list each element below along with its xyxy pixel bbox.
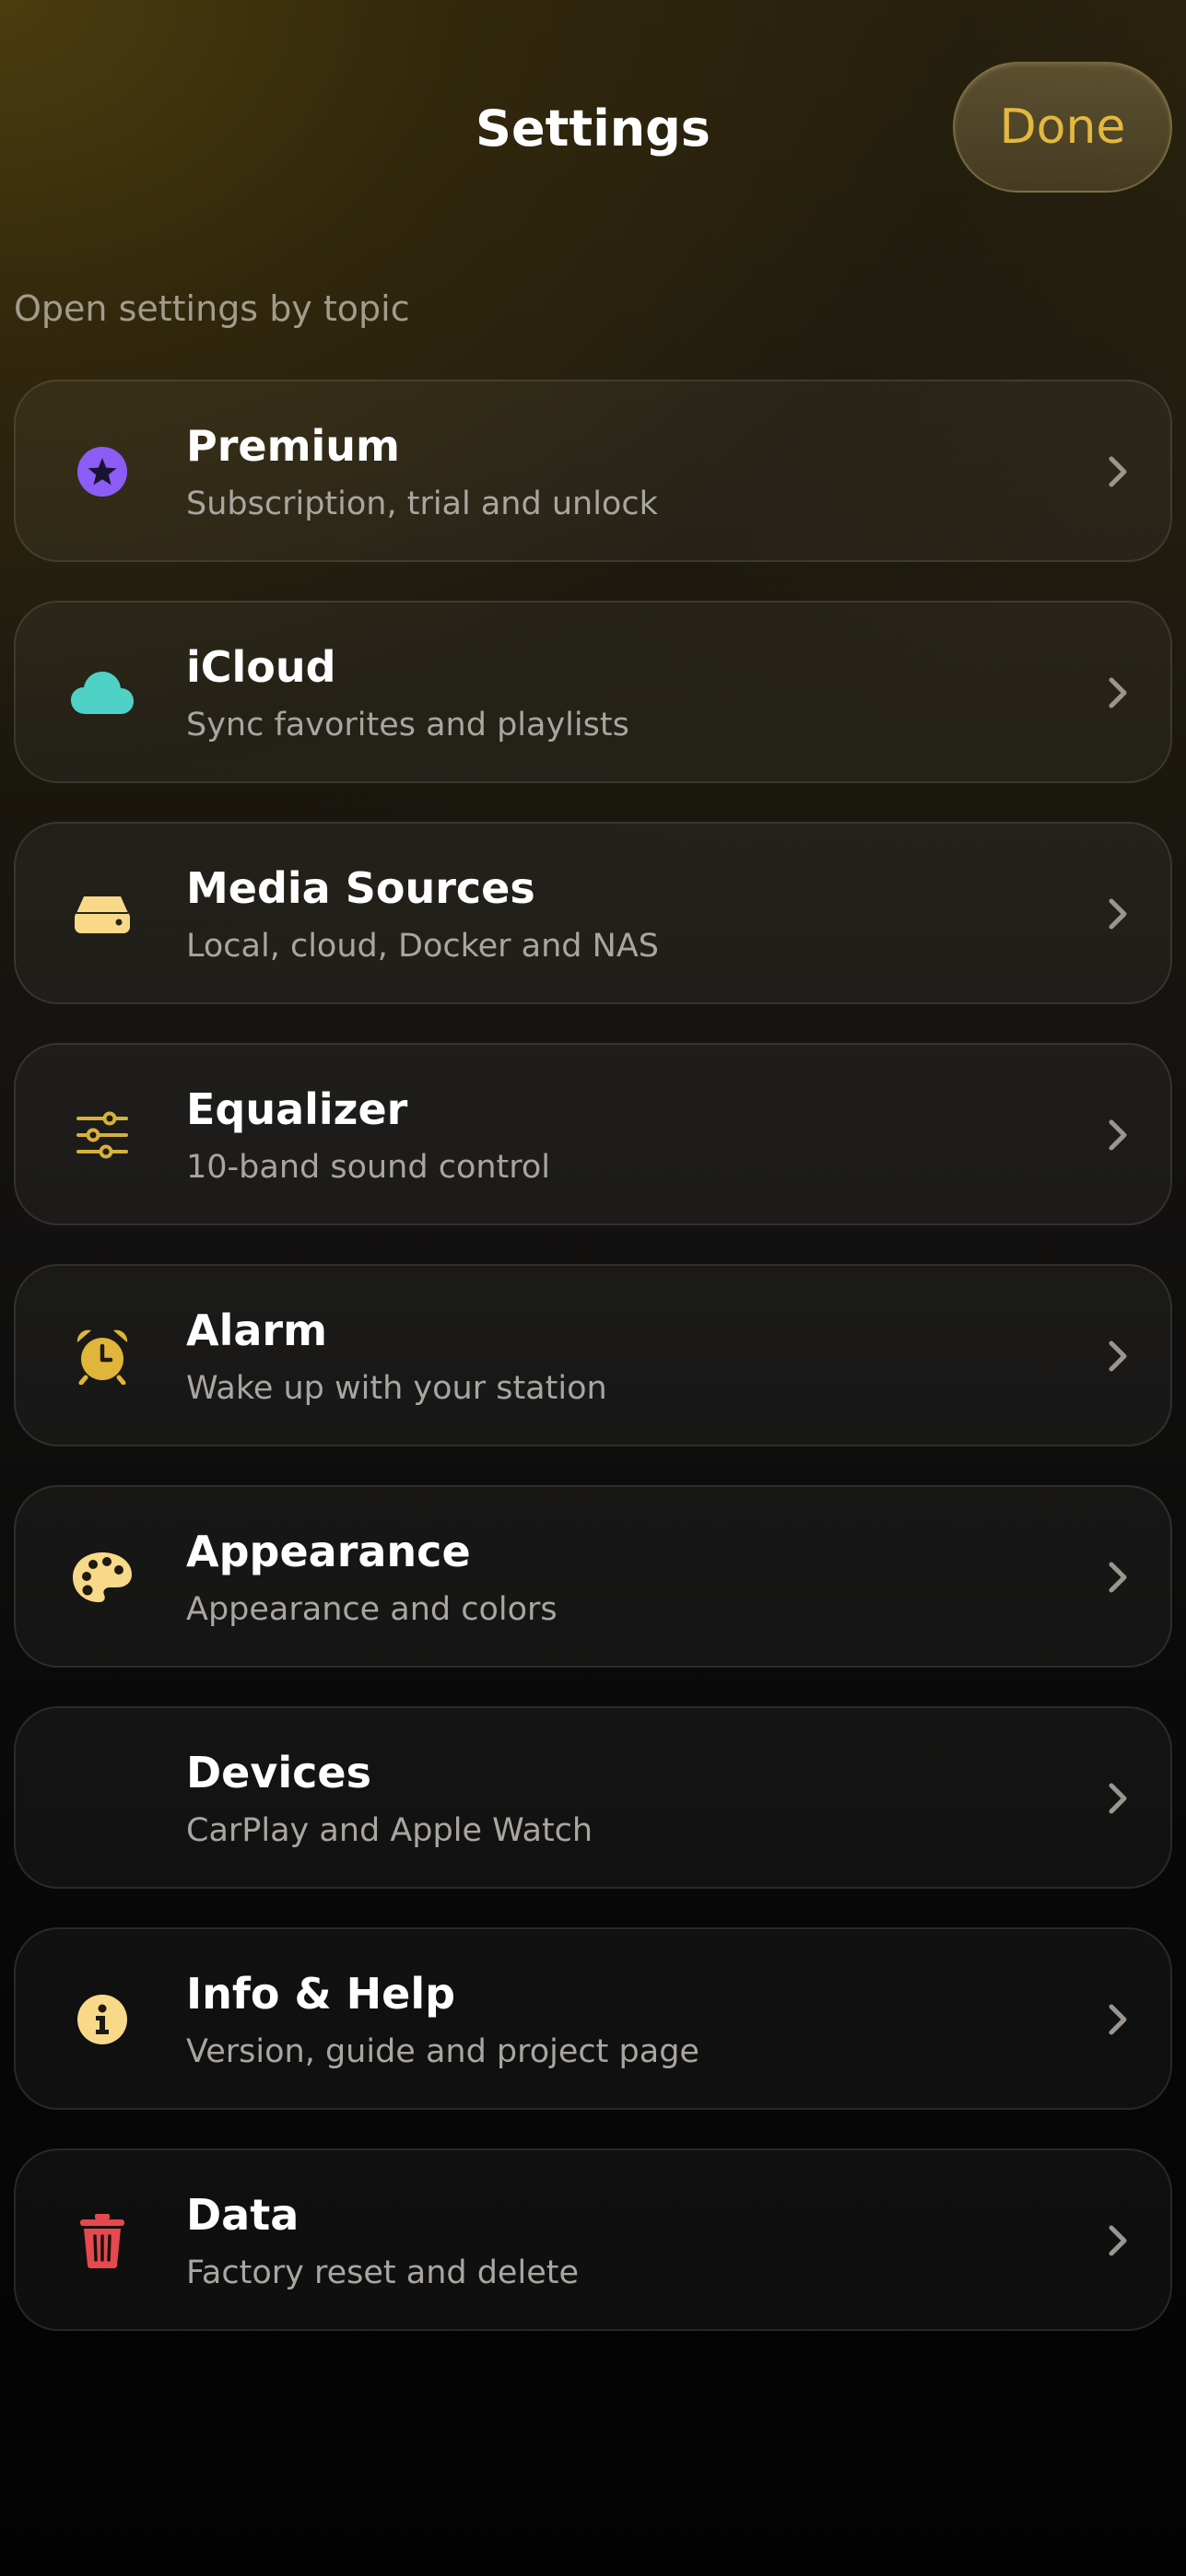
info-icon xyxy=(64,1981,141,2058)
settings-item-label: Premium xyxy=(186,421,400,471)
chevron-right-icon xyxy=(1109,1341,1127,1372)
chevron-right-icon xyxy=(1109,1119,1127,1151)
settings-list: Premium Subscription, trial and unlock i… xyxy=(14,380,1172,2370)
trash-icon xyxy=(64,2202,141,2279)
header: Settings Done xyxy=(0,0,1186,212)
alarm-clock-icon xyxy=(64,1317,141,1395)
settings-item-equalizer[interactable]: Equalizer 10-band sound control xyxy=(14,1043,1172,1225)
chevron-right-icon xyxy=(1109,2004,1127,2035)
settings-item-subtitle: Version, guide and project page xyxy=(186,2033,699,2070)
settings-item-subtitle: Subscription, trial and unlock xyxy=(186,486,658,522)
settings-item-subtitle: CarPlay and Apple Watch xyxy=(186,1812,593,1849)
settings-item-label: Equalizer xyxy=(186,1084,408,1134)
cloud-icon xyxy=(64,654,141,732)
settings-item-data[interactable]: Data Factory reset and delete xyxy=(14,2149,1172,2331)
settings-item-subtitle: Local, cloud, Docker and NAS xyxy=(186,928,659,965)
devices-icon xyxy=(64,1760,141,1837)
chevron-right-icon xyxy=(1109,2225,1127,2256)
chevron-right-icon xyxy=(1109,677,1127,708)
chevron-right-icon xyxy=(1109,456,1127,487)
settings-item-label: iCloud xyxy=(186,642,336,692)
settings-item-info-help[interactable]: Info & Help Version, guide and project p… xyxy=(14,1927,1172,2110)
chevron-right-icon xyxy=(1109,1562,1127,1593)
drive-icon xyxy=(64,875,141,953)
settings-item-media-sources[interactable]: Media Sources Local, cloud, Docker and N… xyxy=(14,822,1172,1004)
settings-item-subtitle: Appearance and colors xyxy=(186,1591,558,1628)
settings-item-alarm[interactable]: Alarm Wake up with your station xyxy=(14,1264,1172,1446)
sliders-icon xyxy=(64,1096,141,1174)
chevron-right-icon xyxy=(1109,898,1127,930)
chevron-right-icon xyxy=(1109,1783,1127,1814)
settings-item-label: Media Sources xyxy=(186,863,535,913)
settings-item-icloud[interactable]: iCloud Sync favorites and playlists xyxy=(14,601,1172,783)
settings-item-appearance[interactable]: Appearance Appearance and colors xyxy=(14,1485,1172,1668)
settings-item-label: Alarm xyxy=(186,1306,328,1355)
settings-item-subtitle: Sync favorites and playlists xyxy=(186,707,629,744)
settings-item-label: Appearance xyxy=(186,1527,471,1576)
palette-icon xyxy=(64,1539,141,1616)
settings-sheet: Settings Done Open settings by topic Pre… xyxy=(0,0,1186,2576)
done-button[interactable]: Done xyxy=(953,62,1172,193)
star-badge-icon xyxy=(64,433,141,510)
settings-item-subtitle: Wake up with your station xyxy=(186,1370,607,1407)
settings-item-premium[interactable]: Premium Subscription, trial and unlock xyxy=(14,380,1172,562)
settings-item-label: Data xyxy=(186,2190,299,2240)
settings-item-subtitle: 10-band sound control xyxy=(186,1149,551,1186)
settings-item-label: Devices xyxy=(186,1748,371,1797)
settings-item-devices[interactable]: Devices CarPlay and Apple Watch xyxy=(14,1706,1172,1889)
section-label: Open settings by topic xyxy=(14,288,410,329)
settings-item-label: Info & Help xyxy=(186,1969,456,2019)
settings-item-subtitle: Factory reset and delete xyxy=(186,2254,579,2291)
